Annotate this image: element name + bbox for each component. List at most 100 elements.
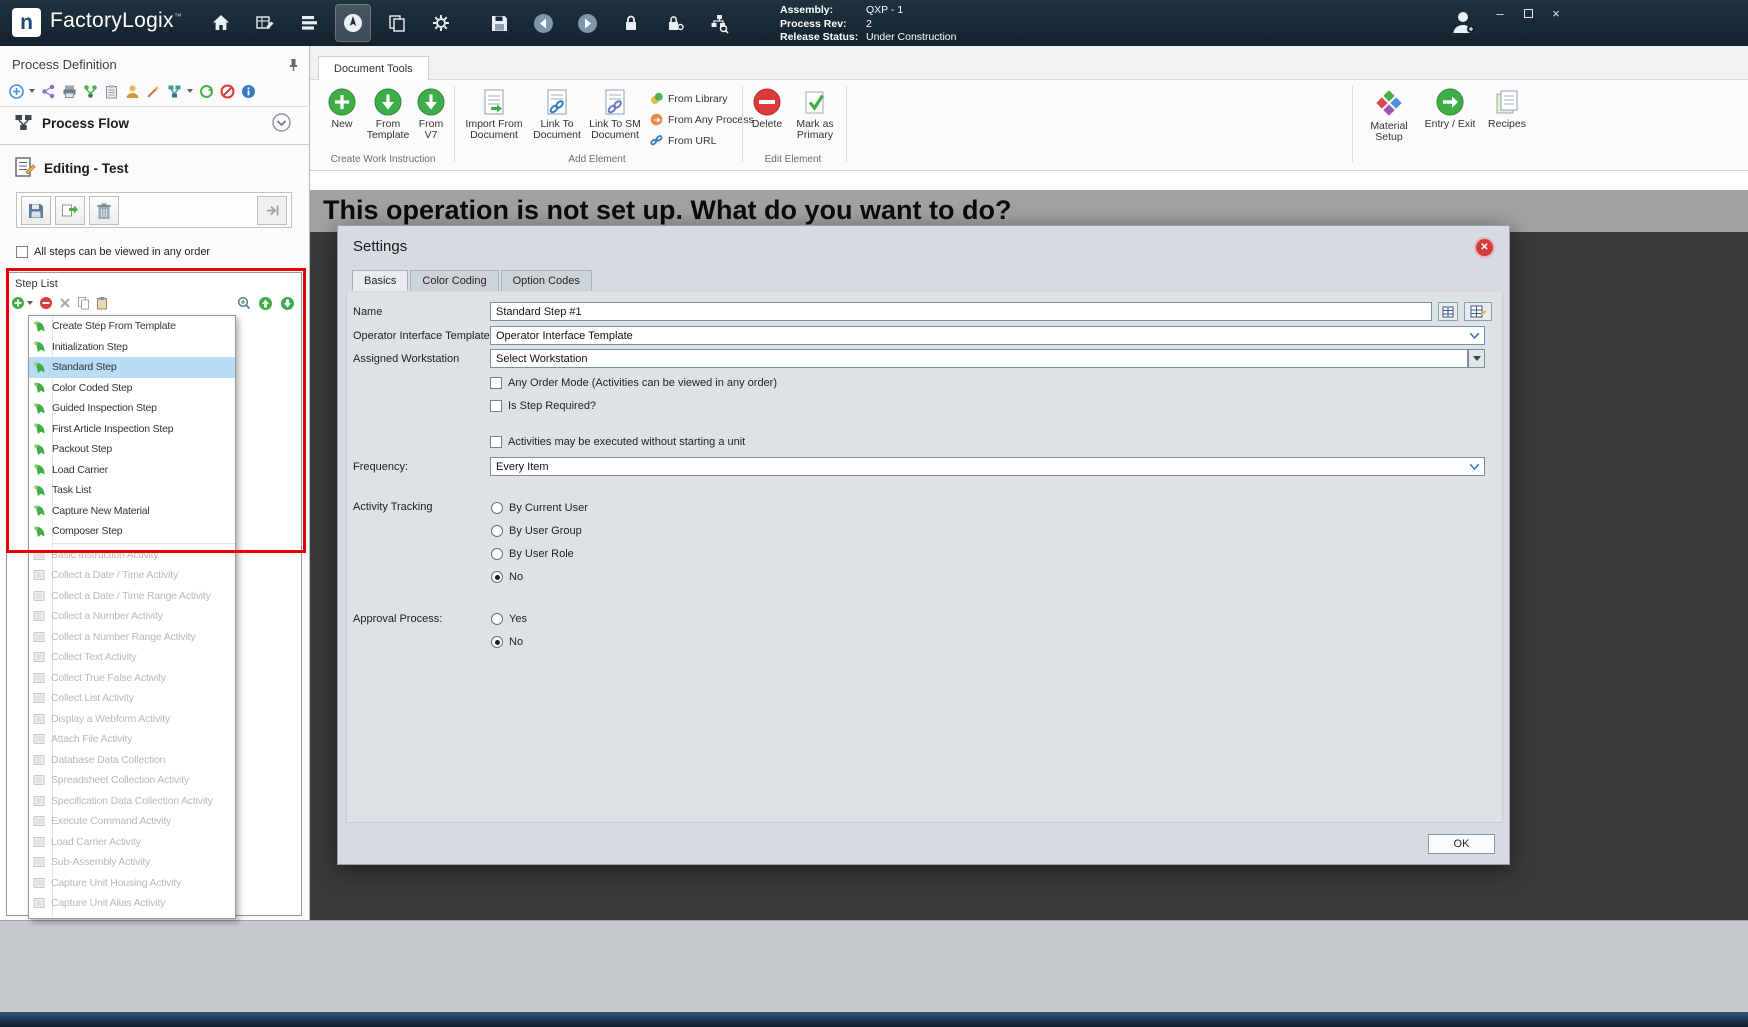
step-menu-item[interactable]: Packout Step [29,439,235,460]
new-button[interactable]: New [322,88,362,154]
radio-icon[interactable] [491,636,503,648]
worksheet-icon[interactable] [248,5,282,41]
back-icon[interactable] [526,5,560,41]
print-icon[interactable] [61,83,77,99]
radio-by-user-group[interactable]: By User Group [491,525,582,537]
step-menu-item-selected[interactable]: Standard Step [29,357,235,378]
close-button[interactable]: × [1548,6,1564,21]
radio-by-current-user[interactable]: By Current User [491,502,588,514]
step-menu-item[interactable]: Composer Step [29,521,235,542]
ok-button[interactable]: OK [1428,834,1495,854]
clipboard-icon[interactable] [103,83,119,99]
wand-icon[interactable] [145,83,161,99]
collapse-chevron-icon[interactable] [272,113,291,132]
lock-icon[interactable] [614,5,648,41]
radio-icon[interactable] [491,525,503,537]
step-menu-item[interactable]: Task List [29,480,235,501]
grid-view-button[interactable] [1438,302,1458,321]
radio-icon[interactable] [491,548,503,560]
step-menu-item[interactable]: Create Step From Template [29,316,235,337]
entry-exit-button[interactable]: Entry / Exit [1422,88,1478,154]
material-setup-button[interactable]: Material Setup [1360,88,1418,154]
from-any-process-button[interactable]: From Any Process [650,113,754,126]
paste-icon[interactable] [96,296,108,310]
maximize-button[interactable] [1520,6,1536,21]
delete-element-button[interactable]: Delete [748,88,786,154]
activities-without-unit-checkbox[interactable]: Activities may be executed without start… [490,436,745,448]
delete-document-button[interactable] [89,196,119,225]
move-down-icon[interactable] [280,296,295,311]
checkbox-icon[interactable] [490,377,502,389]
any-order-checkbox[interactable]: All steps can be viewed in any order [16,246,210,258]
assigned-workstation-combo[interactable]: Select Workstation [490,349,1468,368]
recipes-button[interactable]: Recipes [1482,88,1532,154]
add-step-icon[interactable] [11,296,33,310]
copy-icon[interactable] [380,5,414,41]
checkbox-icon[interactable] [490,400,502,412]
any-order-mode-checkbox[interactable]: Any Order Mode (Activities can be viewed… [490,377,777,389]
step-menu-item[interactable]: Color Coded Step [29,378,235,399]
from-library-button[interactable]: From Library [650,92,728,105]
navigator-icon[interactable] [336,5,370,41]
checkbox-icon[interactable] [490,436,502,448]
info-icon[interactable] [240,83,256,99]
edit-grid-button[interactable] [1464,302,1492,321]
workstation-dropdown-button[interactable] [1468,349,1485,368]
radio-approval-no[interactable]: No [491,636,523,648]
branch-icon[interactable] [82,83,98,99]
save-document-button[interactable] [21,196,51,225]
link-to-document-button[interactable]: Link To Document [530,88,584,154]
step-menu-item[interactable]: Load Carrier [29,460,235,481]
permissions-lock-icon[interactable] [658,5,692,41]
import-export-button[interactable] [55,196,85,225]
caret-icon[interactable] [29,89,35,93]
from-url-button[interactable]: From URL [650,134,716,147]
name-input[interactable]: Standard Step #1 [490,302,1432,321]
radio-icon[interactable] [491,613,503,625]
radio-tracking-no[interactable]: No [491,571,523,583]
from-template-button[interactable]: From Template [364,88,412,154]
tab-color-coding[interactable]: Color Coding [410,270,498,291]
tab-document-tools[interactable]: Document Tools [318,56,429,80]
share-icon[interactable] [40,83,56,99]
step-menu-item[interactable]: Guided Inspection Step [29,398,235,419]
minimize-button[interactable]: – [1492,6,1508,21]
zoom-icon[interactable] [237,296,251,310]
user-icon[interactable] [124,83,140,99]
home-icon[interactable] [204,5,238,41]
caret-icon[interactable] [187,89,193,93]
add-icon[interactable] [8,83,24,99]
move-up-icon[interactable] [258,296,273,311]
settings-gear-icon[interactable] [424,5,458,41]
link-to-sm-document-button[interactable]: Link To SM Document [586,88,644,154]
refresh-icon[interactable] [198,83,214,99]
radio-by-user-role[interactable]: By User Role [491,548,574,560]
tab-option-codes[interactable]: Option Codes [501,270,592,291]
from-v7-button[interactable]: From V7 [414,88,448,154]
step-menu-item[interactable]: Initialization Step [29,337,235,358]
document-stack-icon[interactable] [292,5,326,41]
radio-icon[interactable] [491,571,503,583]
process-audit-icon[interactable] [702,5,736,41]
radio-icon[interactable] [491,502,503,514]
flow-icon[interactable] [166,83,182,99]
forward-icon[interactable] [570,5,604,41]
user-icon[interactable] [1449,8,1477,36]
close-icon[interactable]: ✕ [1476,239,1493,256]
save-icon[interactable] [482,5,516,41]
operator-interface-template-combo[interactable]: Operator Interface Template [490,326,1485,345]
import-from-document-button[interactable]: Import From Document [462,88,526,154]
tab-basics[interactable]: Basics [352,270,408,291]
checkbox-icon[interactable] [16,246,28,258]
radio-approval-yes[interactable]: Yes [491,613,527,625]
block-icon[interactable] [219,83,235,99]
pin-icon[interactable] [288,58,299,72]
mark-as-primary-button[interactable]: Mark as Primary [790,88,840,154]
is-step-required-checkbox[interactable]: Is Step Required? [490,400,596,412]
remove-step-icon[interactable] [39,296,53,310]
step-menu-item[interactable]: First Article Inspection Step [29,419,235,440]
slide-out-button[interactable] [257,196,287,225]
step-menu-item[interactable]: Capture New Material [29,501,235,522]
frequency-combo[interactable]: Every Item [490,457,1485,476]
copy-icon[interactable] [77,296,90,310]
